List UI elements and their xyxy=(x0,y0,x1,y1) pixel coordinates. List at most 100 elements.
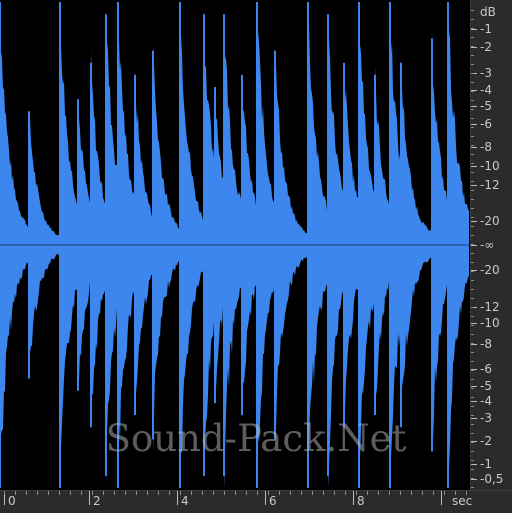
db-minor-tick xyxy=(471,451,474,452)
time-minor-tick xyxy=(224,491,225,495)
db-minor-tick xyxy=(471,46,474,47)
time-minor-tick xyxy=(15,491,16,495)
db-tick-label: -2 xyxy=(480,434,492,448)
db-minor-tick xyxy=(471,109,474,110)
db-minor-tick xyxy=(471,64,474,65)
time-minor-tick xyxy=(367,491,368,495)
db-tick-label: -3 xyxy=(480,66,492,80)
db-tick xyxy=(471,106,477,107)
db-tick-label: -12 xyxy=(480,178,500,192)
db-minor-tick xyxy=(471,361,474,362)
db-tick xyxy=(471,386,477,387)
time-minor-tick xyxy=(81,491,82,495)
db-tick xyxy=(471,221,477,222)
db-minor-tick xyxy=(471,82,474,83)
waveform-envelope xyxy=(0,3,469,490)
time-minor-tick xyxy=(389,491,390,495)
db-minor-tick xyxy=(471,316,474,317)
db-minor-tick xyxy=(471,190,474,191)
db-tick xyxy=(471,47,477,48)
time-minor-tick xyxy=(48,491,49,495)
db-unit-label: dB xyxy=(480,5,496,19)
db-minor-tick xyxy=(471,397,474,398)
db-minor-tick xyxy=(471,208,474,209)
db-minor-tick xyxy=(471,10,474,11)
db-tick-label: -10 xyxy=(480,159,500,173)
db-minor-tick xyxy=(471,244,474,245)
db-tick-label: -5 xyxy=(480,99,492,113)
db-tick xyxy=(471,479,477,480)
time-minor-tick xyxy=(235,491,236,495)
db-minor-tick xyxy=(471,334,474,335)
db-tick-label: -4 xyxy=(480,394,492,408)
time-minor-tick xyxy=(312,491,313,495)
time-tick xyxy=(89,491,90,505)
db-minor-tick xyxy=(471,307,474,308)
time-tick-label: 0 xyxy=(8,494,16,508)
db-tick-label: -1 xyxy=(480,22,492,36)
time-tick xyxy=(265,491,266,505)
db-minor-tick xyxy=(471,73,474,74)
db-minor-tick xyxy=(471,253,474,254)
db-tick-label: -12 xyxy=(480,300,500,314)
time-minor-tick xyxy=(345,491,346,495)
time-tick-label: 6 xyxy=(269,494,277,508)
db-tick-label: -0,5 xyxy=(480,472,504,486)
time-minor-tick xyxy=(191,491,192,495)
waveform[interactable] xyxy=(0,0,470,490)
time-minor-tick xyxy=(400,491,401,495)
db-minor-tick xyxy=(471,433,474,434)
time-minor-tick xyxy=(422,491,423,495)
db-minor-tick xyxy=(471,100,474,101)
db-tick-label: -4 xyxy=(480,83,492,97)
db-minor-tick xyxy=(471,199,474,200)
db-minor-tick xyxy=(471,271,474,272)
db-minor-tick xyxy=(471,172,474,173)
db-minor-tick xyxy=(471,118,474,119)
time-minor-tick xyxy=(92,491,93,495)
db-minor-tick xyxy=(471,127,474,128)
db-ruler: dB -1 -2 -3 -4 -5 -6 -8 -10 -12 -20 -∞ -20 -12 -10 -8 -6… xyxy=(470,0,512,490)
db-minor-tick xyxy=(471,424,474,425)
waveform-area[interactable] xyxy=(0,0,470,490)
db-tick xyxy=(471,464,477,465)
db-minor-tick xyxy=(471,145,474,146)
db-minor-tick xyxy=(471,388,474,389)
db-minor-tick xyxy=(471,154,474,155)
time-minor-tick xyxy=(301,491,302,495)
db-tick-label: -8 xyxy=(480,140,492,154)
time-minor-tick xyxy=(378,491,379,495)
db-minor-tick xyxy=(471,235,474,236)
db-minor-tick xyxy=(471,379,474,380)
db-tick xyxy=(471,245,477,246)
time-tick xyxy=(177,491,178,505)
time-tick xyxy=(441,491,442,505)
time-minor-tick xyxy=(411,491,412,495)
time-minor-tick xyxy=(147,491,148,495)
db-minor-tick xyxy=(471,181,474,182)
time-minor-tick xyxy=(257,491,258,495)
time-minor-tick xyxy=(158,491,159,495)
db-tick-label: -20 xyxy=(480,263,500,277)
time-minor-tick xyxy=(213,491,214,495)
db-tick xyxy=(471,147,477,148)
time-ruler[interactable]: 0 2 4 6 8 sec xyxy=(0,490,512,513)
time-unit-label: sec xyxy=(452,494,473,508)
db-tick-label: -10 xyxy=(480,316,500,330)
db-tick-label: -1 xyxy=(480,457,492,471)
time-minor-tick xyxy=(279,491,280,495)
time-minor-tick xyxy=(202,491,203,495)
db-tick xyxy=(471,344,477,345)
time-minor-tick xyxy=(246,491,247,495)
time-tick xyxy=(353,491,354,505)
db-minor-tick xyxy=(471,406,474,407)
time-minor-tick xyxy=(290,491,291,495)
db-tick-label: -6 xyxy=(480,117,492,131)
db-minor-tick xyxy=(471,325,474,326)
db-tick-label: -3 xyxy=(480,411,492,425)
db-tick-label: -20 xyxy=(480,214,500,228)
db-minor-tick xyxy=(471,298,474,299)
db-minor-tick xyxy=(471,55,474,56)
time-minor-tick xyxy=(26,491,27,495)
time-minor-tick xyxy=(136,491,137,495)
